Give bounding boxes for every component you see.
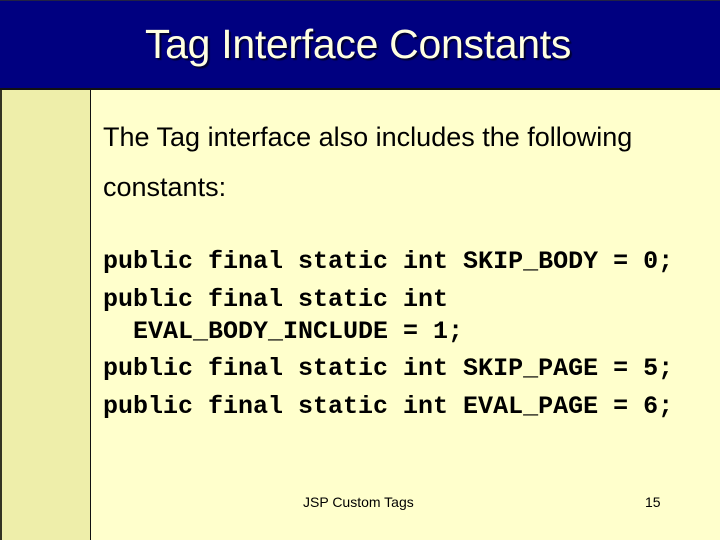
code-line-skip-body: public final static int SKIP_BODY = 0; <box>103 247 674 276</box>
title-bar: Tag Interface Constants <box>0 0 720 90</box>
footer-caption: JSP Custom Tags <box>303 494 414 510</box>
code-line-eval-page: public final static int EVAL_PAGE = 6; <box>103 391 674 421</box>
left-margin-strip <box>0 90 90 540</box>
code-block: public final static int SKIP_BODY = 0; p… <box>103 246 713 428</box>
code-line-eval-body-include: public final static int EVAL_BODY_INCLUD… <box>103 284 464 346</box>
intro-text: The Tag interface also includes the foll… <box>103 122 633 202</box>
vertical-divider <box>90 90 91 540</box>
code-line-skip-page: public final static int SKIP_PAGE = 5; <box>103 354 674 383</box>
slide-title: Tag Interface Constants <box>144 21 572 67</box>
page-number: 15 <box>645 494 661 510</box>
slide: Tag Interface Constants The Tag interfac… <box>0 0 720 540</box>
